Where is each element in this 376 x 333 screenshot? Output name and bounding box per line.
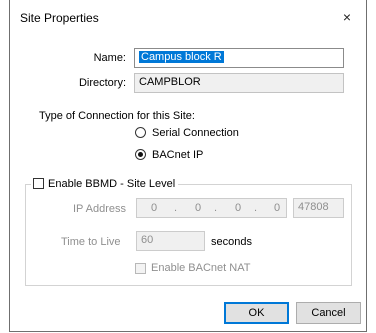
bacnet-ip-label[interactable]: BACnet IP	[152, 149, 203, 161]
close-icon[interactable]: ×	[336, 6, 358, 28]
dialog-title: Site Properties	[20, 11, 99, 25]
name-input[interactable]: Campus block R	[134, 48, 344, 68]
ip-octet-1: 0	[151, 202, 158, 214]
name-label: Name:	[93, 52, 126, 64]
ip-octet-3: 0	[235, 202, 242, 214]
bacnet-ip-radio[interactable]	[135, 149, 146, 160]
enable-bbmd-checkbox[interactable]	[33, 178, 44, 189]
cancel-button[interactable]: Cancel	[296, 302, 361, 324]
directory-value: CAMPBLOR	[139, 76, 201, 88]
port-field[interactable]: 47808	[293, 198, 344, 218]
ip-address-label: IP Address	[73, 203, 126, 215]
port-value: 47808	[298, 201, 329, 213]
serial-connection-label[interactable]: Serial Connection	[152, 127, 239, 139]
ip-dot-1: .	[174, 202, 178, 214]
enable-bbmd-label[interactable]: Enable BBMD - Site Level	[48, 178, 175, 190]
ok-button[interactable]: OK	[224, 302, 289, 324]
enable-bacnet-nat-label[interactable]: Enable BACnet NAT	[151, 262, 250, 274]
ip-octet-2: 0	[195, 202, 202, 214]
serial-connection-radio[interactable]	[135, 127, 146, 138]
connection-type-heading: Type of Connection for this Site:	[39, 110, 195, 122]
time-to-live-label: Time to Live	[61, 236, 121, 248]
site-properties-dialog: Site Properties × Name: Campus block R D…	[9, 0, 367, 332]
ip-dot-3: .	[254, 202, 258, 214]
enable-bacnet-nat-checkbox[interactable]	[135, 263, 146, 274]
ip-octet-4: 0	[274, 202, 281, 214]
ip-address-field[interactable]: 0 . 0 . 0 . 0	[136, 198, 287, 218]
radio-selected-dot	[138, 152, 143, 157]
time-to-live-field[interactable]: 60	[136, 231, 205, 251]
directory-label: Directory:	[78, 77, 126, 89]
directory-field: CAMPBLOR	[134, 73, 344, 93]
ip-dot-2: .	[214, 202, 218, 214]
seconds-unit-label: seconds	[211, 236, 252, 248]
name-value: Campus block R	[139, 51, 224, 63]
time-to-live-value: 60	[141, 234, 154, 246]
bbmd-legend: Enable BBMD - Site Level	[31, 177, 179, 191]
